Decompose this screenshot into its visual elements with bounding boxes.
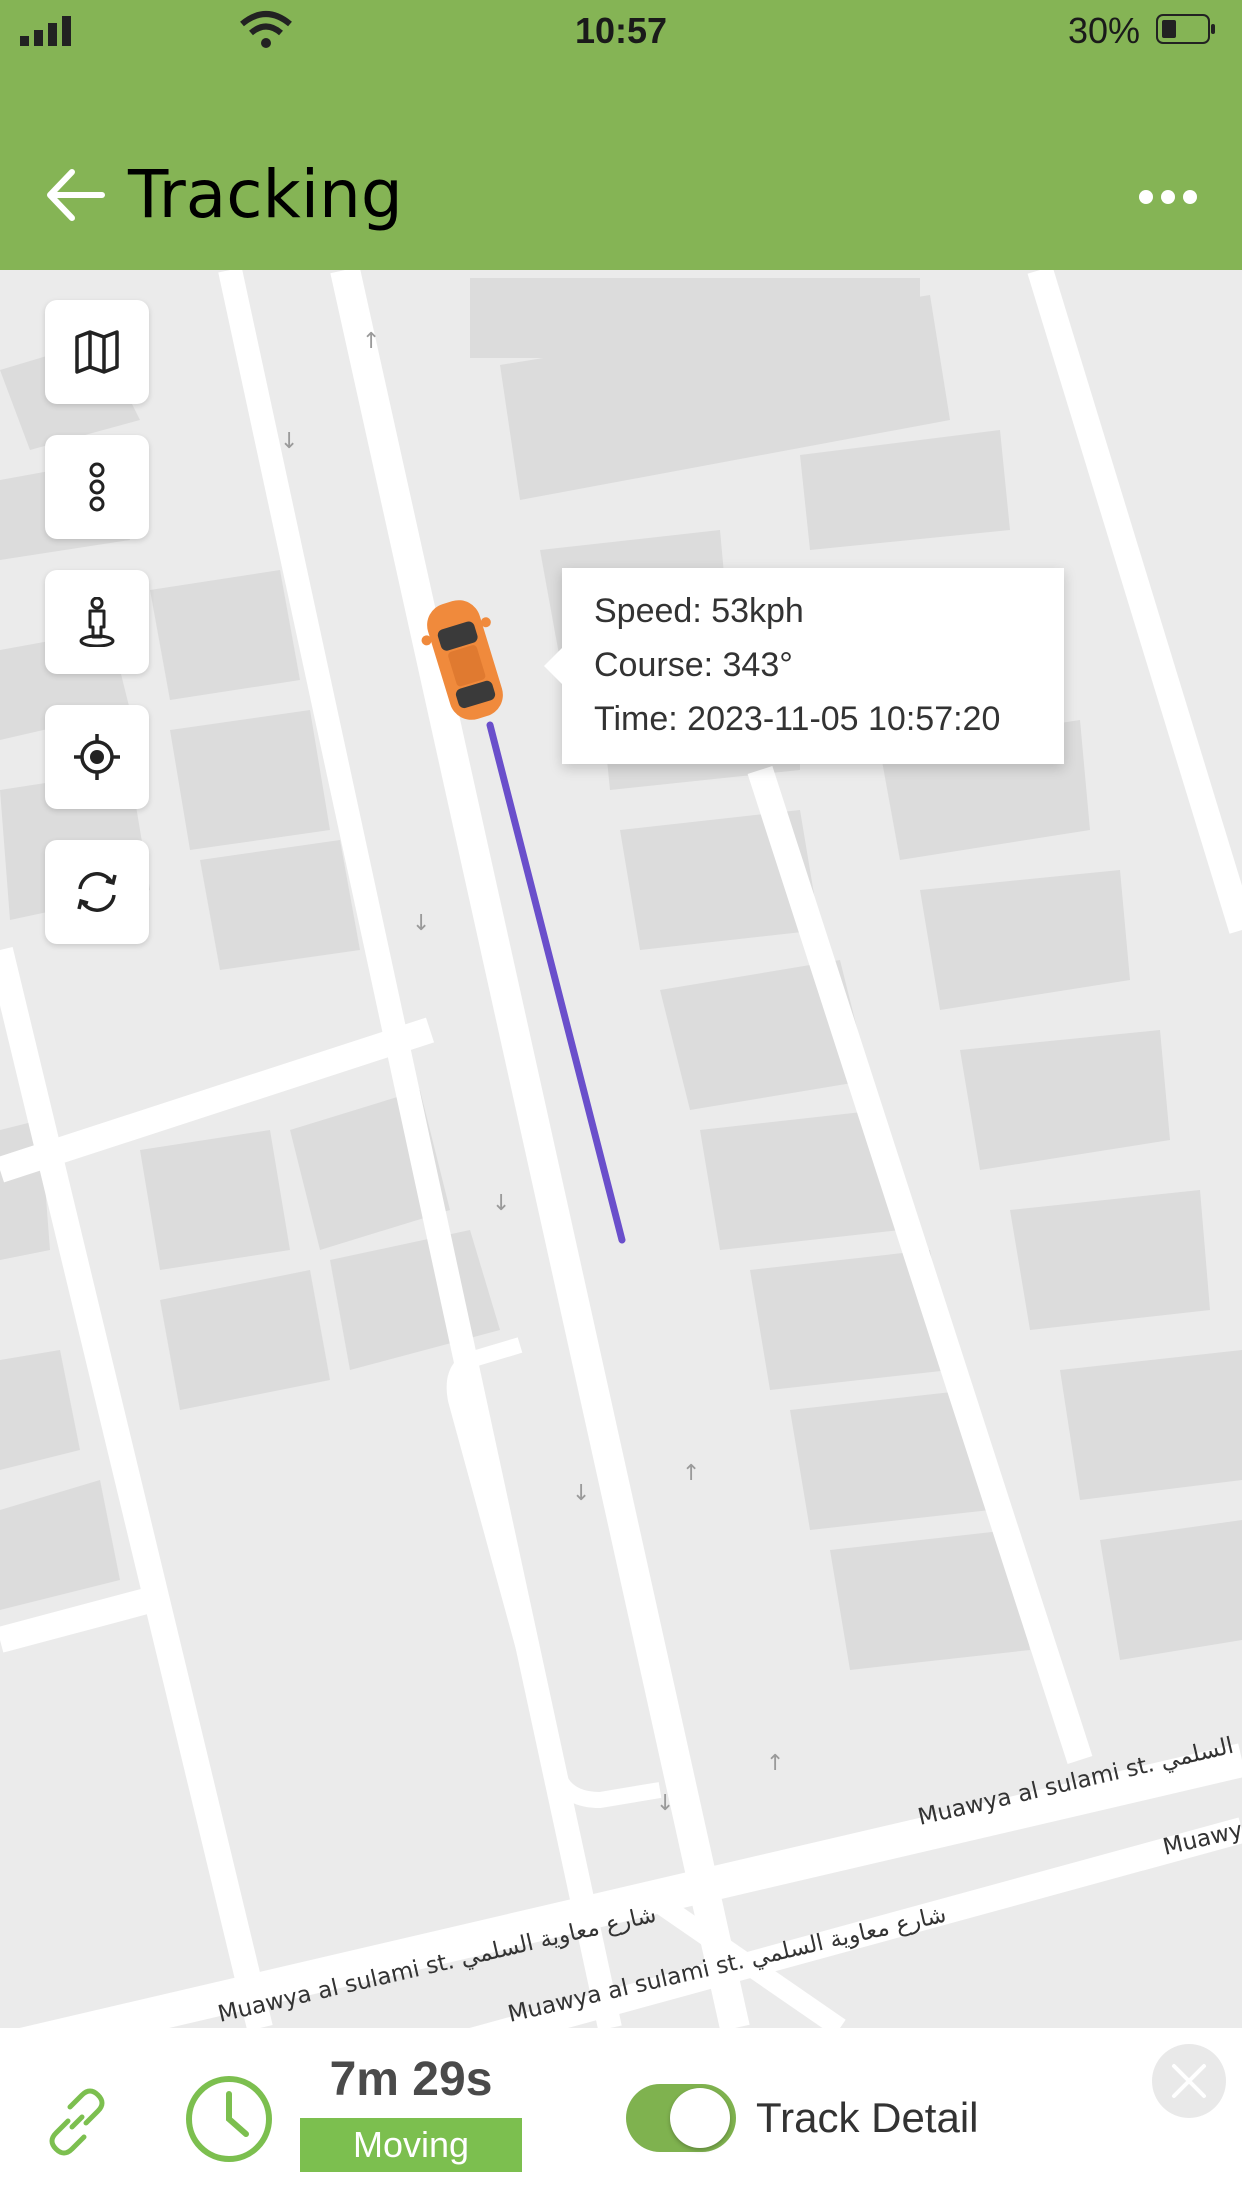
popup-time: Time: 2023-11-05 10:57:20 <box>594 700 1001 738</box>
street-view-button[interactable] <box>45 570 149 674</box>
vehicle-info-popup: Speed: 53kph Course: 343° Time: 2023-11-… <box>544 568 1064 764</box>
moving-duration: 7m 29s <box>329 2053 493 2106</box>
popup-speed: Speed: 53kph <box>594 592 804 630</box>
traffic-light-icon <box>89 462 105 512</box>
locate-button[interactable] <box>45 705 149 809</box>
locate-icon <box>74 734 120 780</box>
svg-text:↓: ↓ <box>412 911 430 936</box>
page-title: Tracking <box>128 156 403 233</box>
share-link-icon[interactable] <box>38 2083 116 2161</box>
popup-course: Course: 343° <box>594 646 793 684</box>
back-arrow-icon[interactable] <box>40 160 110 230</box>
refresh-icon <box>77 872 117 912</box>
map-layers-button[interactable] <box>45 300 149 404</box>
svg-text:↑: ↑ <box>682 1461 700 1486</box>
map-layers-icon <box>75 330 119 374</box>
clock-icon <box>186 2076 272 2162</box>
svg-text:↓: ↓ <box>492 1191 510 1216</box>
close-button[interactable] <box>1152 2044 1226 2118</box>
battery-percentage: 30% <box>1068 10 1141 51</box>
status-badge: Moving <box>300 2118 522 2172</box>
map-view[interactable]: ↑ ↓ ↓ ↓ ↓ ↓ ↑ ↑ Muawya al sulami st. شار… <box>0 270 1242 2028</box>
status-time: 10:57 <box>574 10 668 51</box>
svg-text:↓: ↓ <box>572 1481 590 1506</box>
street-view-icon <box>79 597 115 647</box>
status-bar: 10:57 30% <box>0 0 1242 64</box>
map-canvas: ↑ ↓ ↓ ↓ ↓ ↓ ↑ ↑ Muawya al sulami st. شار… <box>0 270 1242 2028</box>
toggle-knob <box>670 2088 730 2148</box>
traffic-button[interactable] <box>45 435 149 539</box>
svg-text:↑: ↑ <box>362 329 380 354</box>
svg-text:↑: ↑ <box>766 1751 784 1776</box>
close-icon <box>1172 2064 1206 2098</box>
refresh-button[interactable] <box>45 840 149 944</box>
svg-text:↓: ↓ <box>656 1791 674 1816</box>
svg-text:↓: ↓ <box>280 429 298 454</box>
more-options-icon[interactable] <box>1138 182 1198 212</box>
track-detail-label: Track Detail <box>756 2094 979 2141</box>
track-detail-toggle[interactable] <box>626 2084 736 2152</box>
battery-icon <box>1156 14 1215 44</box>
